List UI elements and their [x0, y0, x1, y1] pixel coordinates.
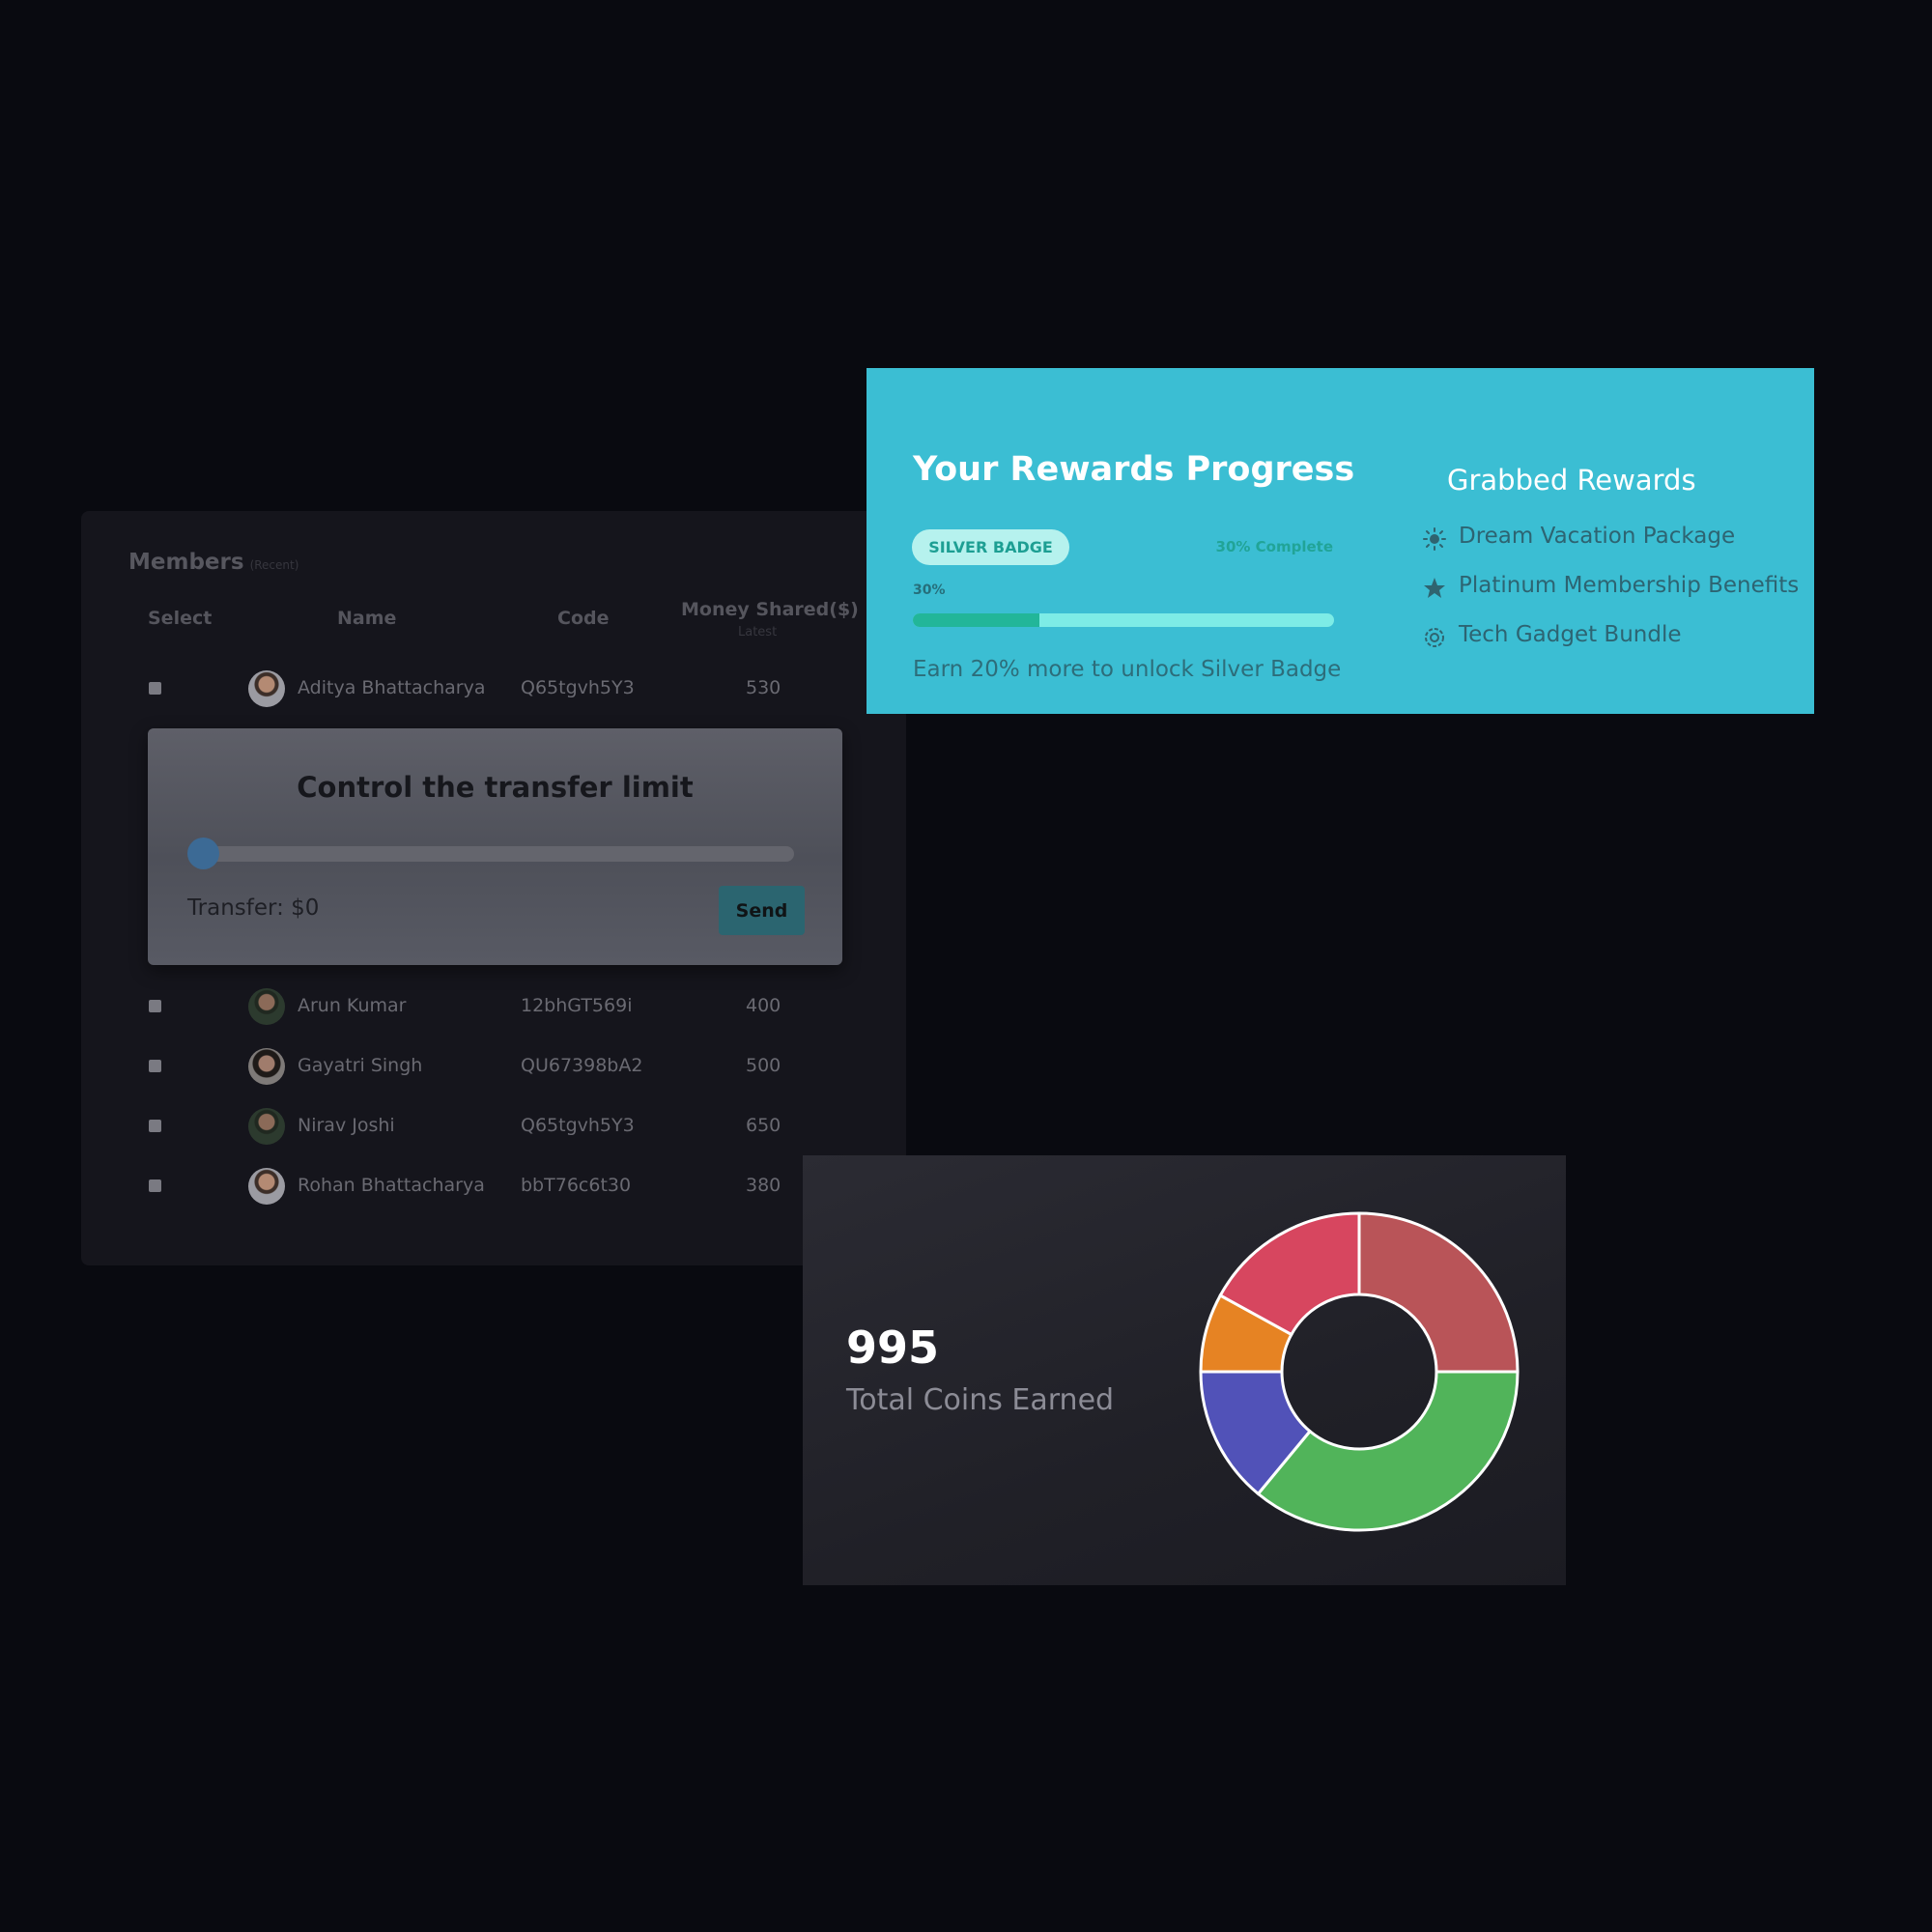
donut-slice — [1357, 1211, 1520, 1374]
total-coins-value: 995 — [846, 1321, 940, 1374]
member-code: Q65tgvh5Y3 — [521, 1115, 635, 1136]
transfer-title: Control the transfer limit — [297, 771, 694, 804]
star-icon — [1422, 576, 1447, 601]
member-name: Aditya Bhattacharya — [298, 677, 486, 698]
transfer-amount-label: Transfer: $0 — [187, 895, 320, 921]
member-money: 650 — [746, 1115, 781, 1136]
grabbed-reward-label: Tech Gadget Bundle — [1459, 622, 1682, 647]
transfer-limit-modal: Control the transfer limit Transfer: $0 … — [148, 728, 842, 965]
row-checkbox[interactable] — [149, 682, 161, 695]
table-row: Gayatri Singh QU67398bA2 500 — [81, 1043, 906, 1088]
total-coins-label: Total Coins Earned — [846, 1383, 1115, 1417]
rewards-note: Earn 20% more to unlock Silver Badge — [913, 657, 1342, 682]
table-row: Arun Kumar 12bhGT569i 400 — [81, 983, 906, 1028]
donut-slice — [1256, 1370, 1520, 1532]
row-checkbox[interactable] — [149, 1179, 161, 1192]
column-header-money: Money Shared($) — [681, 599, 859, 620]
rewards-progress-bar — [913, 613, 1334, 627]
column-header-code: Code — [557, 608, 610, 629]
avatar — [248, 1048, 285, 1085]
silver-badge: SILVER BADGE — [912, 529, 1069, 565]
member-money: 380 — [746, 1175, 781, 1196]
member-money: 400 — [746, 995, 781, 1016]
members-title: Members (Recent) — [128, 550, 298, 575]
member-code: bbT76c6t30 — [521, 1175, 632, 1196]
send-button[interactable]: Send — [719, 886, 805, 935]
row-checkbox[interactable] — [149, 1120, 161, 1132]
rewards-progress-fill — [913, 613, 1039, 627]
table-row: Nirav Joshi Q65tgvh5Y3 650 — [81, 1103, 906, 1148]
column-header-select: Select — [148, 608, 213, 629]
member-name: Arun Kumar — [298, 995, 407, 1016]
member-code: Q65tgvh5Y3 — [521, 677, 635, 698]
progress-percent: 30% — [913, 582, 946, 598]
transfer-slider-track[interactable] — [198, 846, 794, 862]
column-subheader-latest: Latest — [738, 625, 778, 639]
member-name: Gayatri Singh — [298, 1055, 423, 1076]
grabbed-rewards-title: Grabbed Rewards — [1447, 464, 1696, 497]
grabbed-reward-label: Dream Vacation Package — [1459, 524, 1736, 549]
member-name: Nirav Joshi — [298, 1115, 395, 1136]
table-row: Rohan Bhattacharya bbT76c6t30 380 — [81, 1163, 906, 1208]
rewards-progress-card: Your Rewards Progress SILVER BADGE 30% C… — [867, 368, 1814, 714]
member-money: 530 — [746, 677, 781, 698]
member-code: QU67398bA2 — [521, 1055, 643, 1076]
coins-card: 995 Total Coins Earned — [803, 1155, 1566, 1585]
transfer-slider-thumb[interactable] — [187, 838, 219, 869]
member-money: 500 — [746, 1055, 781, 1076]
grabbed-reward-label: Platinum Membership Benefits — [1459, 573, 1800, 598]
sun-icon — [1422, 526, 1447, 552]
completion-text: 30% Complete — [1215, 538, 1333, 555]
members-panel: Members (Recent) Select Name Code Money S… — [81, 511, 906, 1265]
avatar — [248, 1168, 285, 1205]
rewards-title: Your Rewards Progress — [913, 450, 1355, 489]
avatar — [248, 670, 285, 707]
avatar — [248, 1108, 285, 1145]
row-checkbox[interactable] — [149, 1000, 161, 1012]
column-header-name: Name — [337, 608, 397, 629]
members-title-text: Members — [128, 550, 244, 575]
member-code: 12bhGT569i — [521, 995, 633, 1016]
coins-donut-chart — [1199, 1211, 1520, 1532]
member-name: Rohan Bhattacharya — [298, 1175, 485, 1196]
gear-icon — [1422, 625, 1447, 650]
table-row: Aditya Bhattacharya Q65tgvh5Y3 530 — [81, 666, 906, 710]
members-subtitle: (Recent) — [249, 558, 299, 572]
row-checkbox[interactable] — [149, 1060, 161, 1072]
avatar — [248, 988, 285, 1025]
